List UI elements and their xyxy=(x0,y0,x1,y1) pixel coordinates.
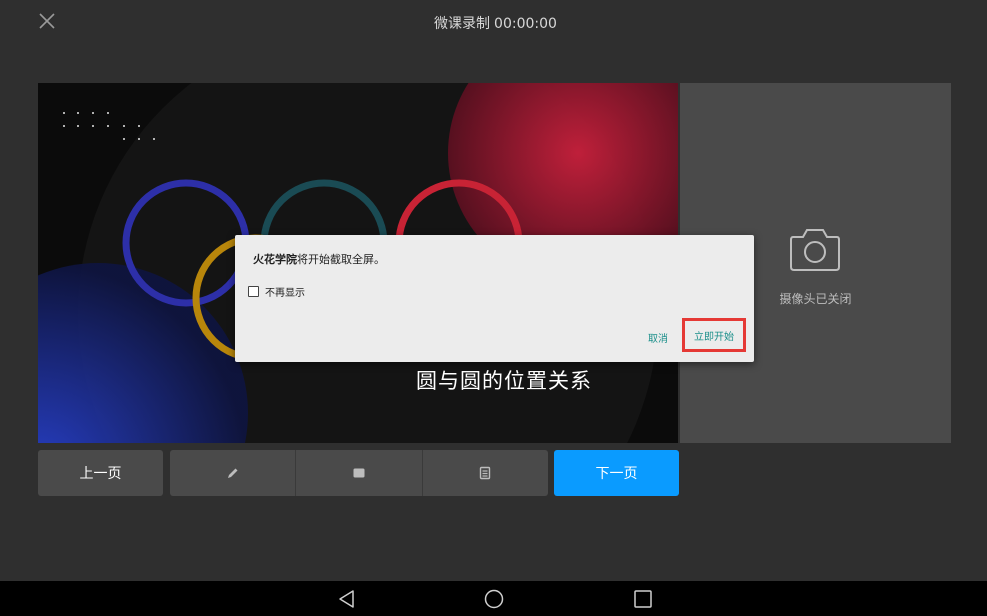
pen-tool-button[interactable] xyxy=(170,450,295,496)
document-icon xyxy=(480,466,491,480)
cancel-button[interactable]: 取消 xyxy=(648,330,668,345)
dialog-app-name: 火花学院 xyxy=(253,253,297,266)
back-icon[interactable] xyxy=(336,589,358,609)
shape-tool-button[interactable] xyxy=(295,450,421,496)
dont-show-again-label: 不再显示 xyxy=(265,288,305,299)
dont-show-again-row[interactable]: 不再显示 xyxy=(248,284,305,299)
document-tool-button[interactable] xyxy=(421,450,548,496)
pen-icon xyxy=(227,468,238,478)
title-label: 微课录制 xyxy=(434,16,491,32)
tool-bar xyxy=(170,450,548,496)
next-page-button[interactable]: 下一页 xyxy=(554,450,679,496)
slide-title: 圆与圆的位置关系 xyxy=(416,369,592,393)
recording-timer: 00:00:00 xyxy=(494,16,557,32)
screen-capture-dialog: 火花学院将开始截取全屏。 不再显示 取消 立即开始 xyxy=(235,235,754,362)
prev-page-button[interactable]: 上一页 xyxy=(38,450,163,496)
recents-icon[interactable] xyxy=(632,589,654,609)
dialog-message: 火花学院将开始截取全屏。 xyxy=(253,251,385,267)
dont-show-again-checkbox[interactable] xyxy=(248,286,259,297)
start-now-button[interactable]: 立即开始 xyxy=(682,318,746,352)
dialog-message-text: 将开始截取全屏。 xyxy=(297,253,385,266)
android-nav-bar xyxy=(0,581,987,616)
square-icon xyxy=(353,468,365,478)
recording-title: 微课录制 00:00:00 xyxy=(0,13,987,33)
top-bar: 微课录制 00:00:00 xyxy=(0,0,987,44)
camera-icon xyxy=(790,229,840,271)
home-icon[interactable] xyxy=(483,589,505,609)
